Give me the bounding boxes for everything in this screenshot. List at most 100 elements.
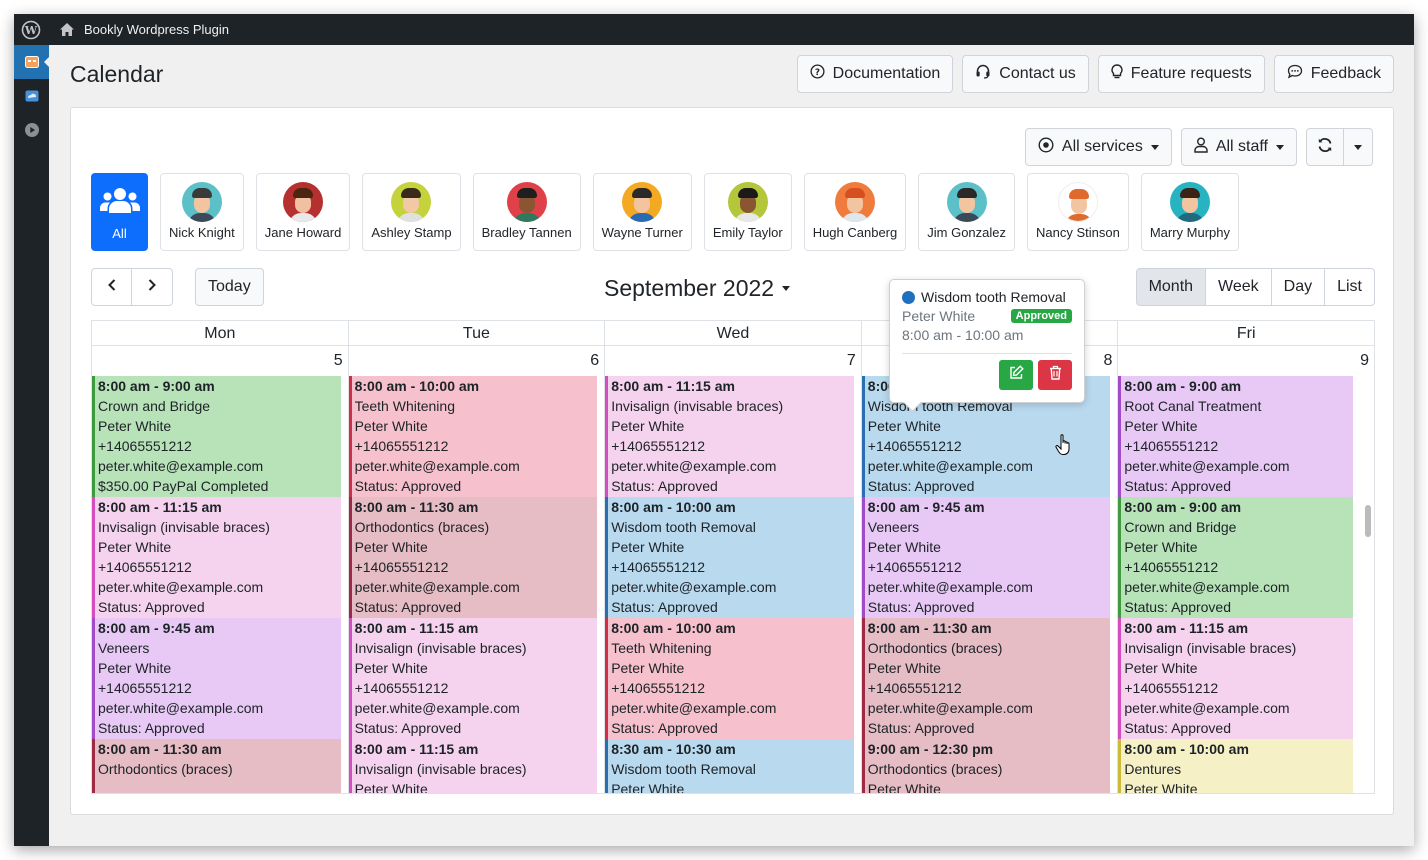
staff-card[interactable]: Marry Murphy [1140, 173, 1240, 251]
staff-card[interactable]: Wayne Turner [592, 173, 692, 251]
day-number[interactable]: 5 [92, 346, 348, 376]
avatar [181, 182, 222, 222]
event-service: Root Canal Treatment [1124, 397, 1262, 414]
view-switcher: Month Week Day List [1135, 268, 1375, 306]
appointment-event[interactable]: 8:00 am - 11:15 am Invisalign (invisable … [348, 739, 598, 793]
cloud-menu-icon[interactable] [14, 79, 49, 113]
appointment-event[interactable]: 8:00 am - 9:45 am Veneers Peter White +1406… [861, 497, 1111, 618]
appointment-event[interactable]: 8:00 am - 11:30 am Orthodontics (braces) P… [348, 497, 598, 618]
staff-card[interactable]: Bradley Tannen [472, 173, 581, 251]
event-status: Status: Approved [98, 598, 205, 615]
event-email: peter.white@example.com [867, 578, 1033, 595]
staff-all-button[interactable]: All [91, 173, 148, 251]
next-button[interactable] [132, 268, 173, 306]
appointment-event[interactable]: 8:00 am - 10:00 am Wisdom tooth Removal Pe… [605, 497, 854, 618]
appointment-event[interactable]: 8:00 am - 10:00 am Dentures Peter White [1118, 739, 1353, 794]
refresh-button[interactable] [1306, 128, 1344, 166]
refresh-options-dropdown[interactable] [1344, 128, 1373, 166]
user-icon [1194, 137, 1208, 158]
event-service: Veneers [98, 639, 150, 656]
site-title-link[interactable]: Bookly Wordpress Plugin [84, 22, 229, 37]
event-email: peter.white@example.com [354, 457, 520, 474]
trash-icon [1049, 365, 1062, 385]
edit-appointment-button[interactable] [999, 360, 1033, 390]
appointment-event[interactable]: 8:00 am - 11:30 am Orthodontics (braces) P… [861, 618, 1111, 739]
appointment-event[interactable]: 8:00 am - 11:15 am Invisalign (invisable … [1118, 618, 1353, 739]
feedback-label: Feedback [1310, 65, 1381, 82]
event-client: Peter White [354, 417, 428, 434]
day-column: 7 8:00 am - 11:15 am Invisalign (invisable… [605, 346, 862, 793]
home-icon[interactable] [56, 22, 78, 37]
feature-requests-button[interactable]: Feature requests [1097, 55, 1265, 93]
appointment-event[interactable]: 8:00 am - 9:00 am Crown and Bridge Peter W… [1118, 497, 1353, 618]
staff-card[interactable]: Nick Knight [160, 173, 244, 251]
chevron-down-icon [1276, 144, 1284, 150]
view-list-button[interactable]: List [1324, 268, 1375, 306]
staff-card[interactable]: Nancy Stinson [1027, 173, 1129, 251]
view-day-button[interactable]: Day [1270, 268, 1326, 306]
event-client: Peter White [98, 538, 172, 555]
event-client: Peter White [611, 538, 685, 555]
event-time: 8:00 am - 11:15 am [98, 499, 222, 515]
event-status: Status: Approved [867, 719, 975, 736]
avatar [622, 182, 663, 222]
appointment-event[interactable]: 8:00 am - 11:15 am Invisalign (invisable … [348, 618, 598, 739]
staff-filter-dropdown[interactable]: All staff [1180, 128, 1297, 166]
staff-card[interactable]: Emily Taylor [703, 173, 792, 251]
event-phone: +14065551212 [611, 558, 706, 575]
documentation-button[interactable]: ? Documentation [796, 55, 954, 93]
month-title-dropdown[interactable]: September 2022 [604, 275, 791, 302]
appointment-event[interactable]: 8:00 am - 11:30 am Orthodontics (braces) [92, 739, 341, 793]
browser-window: W Bookly Wordpress Plugin Calendar ? Doc… [14, 14, 1414, 846]
view-week-button[interactable]: Week [1205, 268, 1272, 306]
delete-appointment-button[interactable] [1038, 360, 1072, 390]
chevron-right-icon [148, 278, 156, 296]
event-service: Orthodontics (braces) [98, 760, 233, 777]
day-number[interactable]: 9 [1118, 346, 1374, 376]
chevron-left-icon [107, 278, 116, 296]
services-filter-dropdown[interactable]: All services [1024, 128, 1172, 166]
event-time: 8:00 am - 11:15 am [354, 620, 479, 636]
event-status: Status: Approved [1124, 477, 1232, 494]
event-client: Peter White [354, 659, 428, 676]
feedback-button[interactable]: Feedback [1273, 55, 1394, 93]
popover-service: Wisdom tooth Removal [921, 289, 1066, 305]
appointment-event[interactable]: 8:00 am - 9:00 am Crown and Bridge Peter W… [92, 376, 341, 497]
appointment-event[interactable]: 8:00 am - 11:15 am Invisalign (invisable … [605, 376, 854, 497]
appointment-event[interactable]: 8:30 am - 10:30 am Wisdom tooth Removal Pe… [605, 739, 854, 793]
day-number[interactable]: 7 [605, 346, 861, 376]
event-time: 8:00 am - 10:00 am [354, 378, 480, 394]
calendar-scrollbar[interactable] [1365, 505, 1371, 537]
appointment-event[interactable]: 8:00 am - 10:00 am Teeth Whitening Peter W… [605, 618, 854, 739]
staff-card[interactable]: Jane Howard [255, 173, 351, 251]
popover-time: 8:00 am - 10:00 am [902, 327, 1024, 343]
day-column: 5 8:00 am - 9:00 am Crown and Bridge Peter … [92, 346, 349, 793]
previous-button[interactable] [91, 268, 132, 306]
event-email: peter.white@example.com [1124, 457, 1290, 474]
staff-card[interactable]: Ashley Stamp [362, 173, 461, 251]
popover-divider [902, 353, 1072, 354]
popover-title-row: Wisdom tooth Removal [902, 289, 1072, 305]
staff-card[interactable]: Jim Gonzalez [918, 173, 1015, 251]
event-status: Status: Approved [867, 477, 975, 494]
event-time: 8:30 am - 10:30 am [611, 741, 736, 757]
play-menu-icon[interactable] [14, 113, 49, 147]
staff-name: Emily Taylor [712, 225, 783, 240]
view-month-button[interactable]: Month [1135, 268, 1207, 306]
event-service: Dentures [1124, 760, 1182, 777]
appointment-event[interactable]: 8:00 am - 11:15 am Invisalign (invisable … [92, 497, 341, 618]
calendar-menu-icon[interactable] [14, 45, 50, 79]
wordpress-logo-icon[interactable]: W [14, 14, 48, 45]
question-circle-icon: ? [810, 64, 825, 84]
refresh-icon [1317, 137, 1333, 158]
appointment-event[interactable]: 8:00 am - 9:00 am Root Canal Treatment Pet… [1118, 376, 1353, 497]
staff-card[interactable]: Hugh Canberg [803, 173, 907, 251]
appointment-event[interactable]: 8:00 am - 10:00 am Teeth Whitening Peter W… [348, 376, 598, 497]
today-button[interactable]: Today [195, 268, 264, 306]
contact-us-button[interactable]: Contact us [962, 55, 1089, 93]
event-client: Peter White [1124, 780, 1198, 794]
appointment-event[interactable]: 8:00 am - 9:45 am Veneers Peter White +1406… [92, 618, 341, 739]
event-client: Peter White [1124, 417, 1198, 434]
day-number[interactable]: 6 [349, 346, 605, 376]
appointment-event[interactable]: 9:00 am - 12:30 pm Orthodontics (braces) P… [861, 739, 1111, 793]
